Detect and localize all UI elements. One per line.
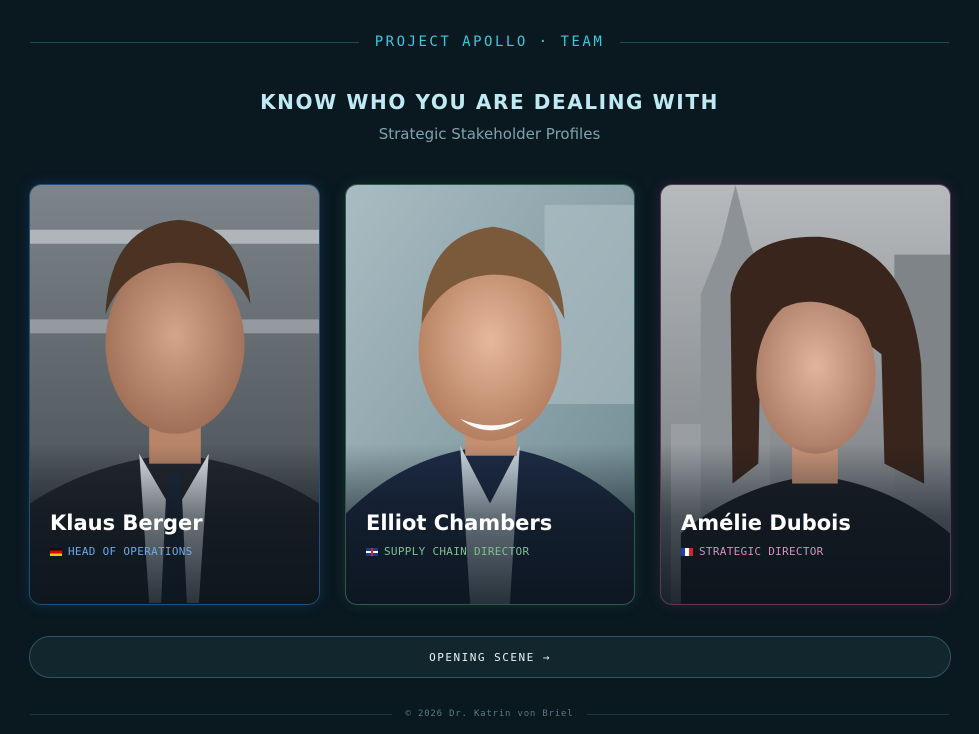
profile-name: Elliot Chambers xyxy=(366,511,553,535)
profile-role: SUPPLY CHAIN DIRECTOR xyxy=(366,545,529,558)
copyright-text: © 2026 Dr. Katrin von Briel xyxy=(405,709,574,719)
footer-divider-left xyxy=(30,713,392,715)
france-flag-icon xyxy=(681,547,693,556)
profile-name: Klaus Berger xyxy=(50,511,203,535)
profile-name: Amélie Dubois xyxy=(681,511,851,535)
opening-scene-button[interactable]: OPENING SCENE → xyxy=(29,636,951,678)
footer: © 2026 Dr. Katrin von Briel xyxy=(30,706,949,722)
profile-role: HEAD OF OPERATIONS xyxy=(50,545,193,558)
opening-scene-label: OPENING SCENE xyxy=(429,650,535,664)
project-label: PROJECT APOLLO · TEAM xyxy=(374,34,605,50)
divider-line-left xyxy=(30,41,359,43)
top-header-bar: PROJECT APOLLO · TEAM xyxy=(30,30,950,54)
page-subtitle: Strategic Stakeholder Profiles xyxy=(378,125,601,143)
profile-role-label: STRATEGIC DIRECTOR xyxy=(699,545,824,558)
profile-card-elliot-chambers[interactable]: Elliot Chambers SUPPLY CHAIN DIRECTOR xyxy=(345,184,635,605)
profile-card-klaus-berger[interactable]: Klaus Berger HEAD OF OPERATIONS xyxy=(29,184,320,605)
profile-role-label: SUPPLY CHAIN DIRECTOR xyxy=(384,545,530,558)
page-title: KNOW WHO YOU ARE DEALING WITH xyxy=(260,90,719,114)
arrow-right-icon: → xyxy=(542,650,551,664)
profile-role: STRATEGIC DIRECTOR xyxy=(681,545,824,558)
footer-divider-right xyxy=(587,713,949,715)
uk-flag-icon xyxy=(366,547,378,556)
profile-role-label: HEAD OF OPERATIONS xyxy=(68,545,193,558)
divider-line-right xyxy=(620,41,950,43)
profile-card-amelie-dubois[interactable]: Amélie Dubois STRATEGIC DIRECTOR xyxy=(660,184,951,605)
germany-flag-icon xyxy=(50,547,62,556)
